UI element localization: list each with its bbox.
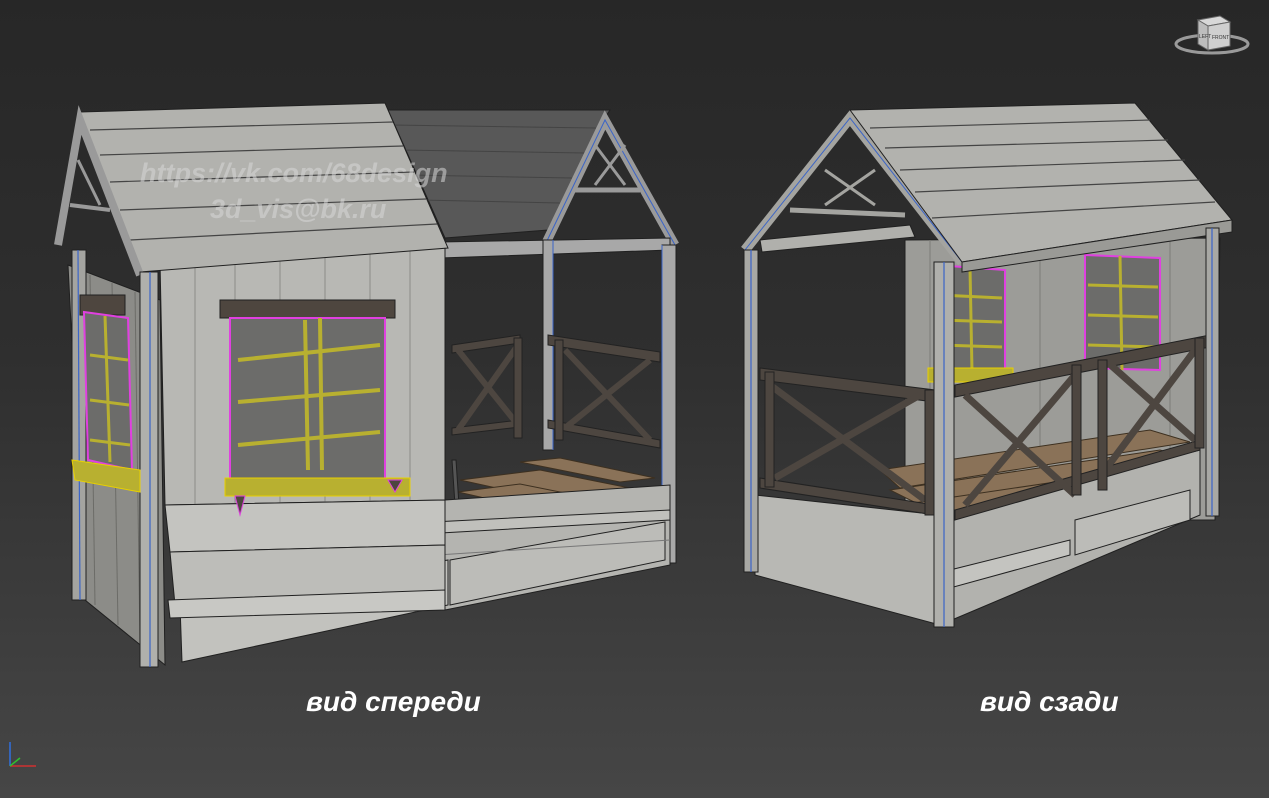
caption-front-view: вид спереди [306, 686, 481, 717]
watermark-url: https://vk.com/68design [140, 158, 448, 188]
side-railing [451, 334, 661, 449]
viewcube-icon[interactable]: LEFT FRONT [1174, 12, 1252, 60]
back-bed-base [754, 494, 941, 626]
bed-house-back-model[interactable] [741, 102, 1233, 628]
viewcube-face-left: LEFT [1199, 34, 1211, 40]
watermark-email: 3d_vis@bk.ru [210, 194, 387, 224]
front-window[interactable] [219, 299, 411, 517]
axis-gizmo-icon [9, 742, 36, 767]
front-post-right [139, 271, 159, 668]
viewport-scene[interactable] [0, 0, 1269, 798]
viewcube-face-front: FRONT [1212, 35, 1229, 41]
caption-back-view: вид сзади [980, 686, 1119, 717]
